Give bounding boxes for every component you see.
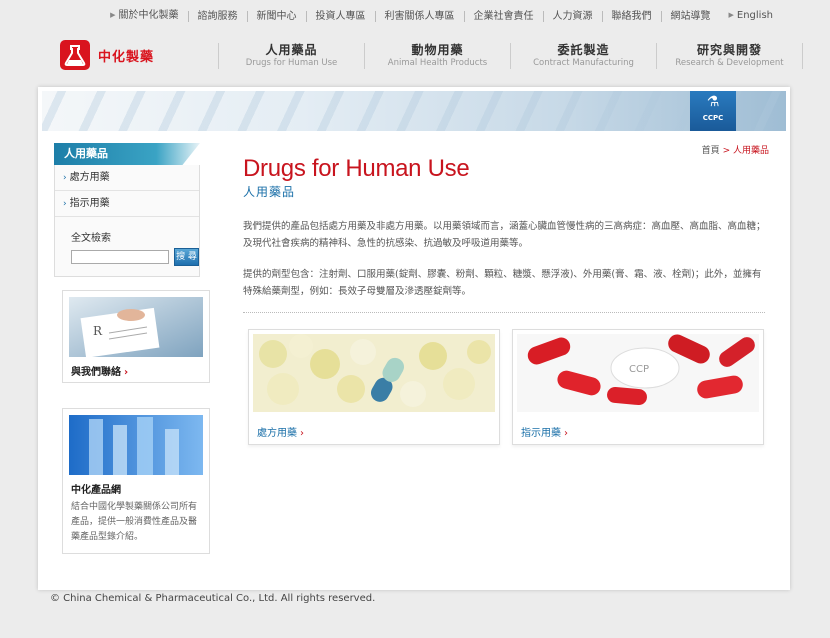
flask-icon: ⚗ <box>706 94 720 110</box>
topnav-consult[interactable]: 諮詢服務 <box>187 10 247 22</box>
search-input[interactable] <box>71 250 169 264</box>
promo-contact-link[interactable]: 與我們聯絡 › <box>63 357 209 382</box>
search-label: 全文檢索 <box>71 233 111 244</box>
card-prescription-link[interactable]: 處方用藥 › <box>249 412 499 451</box>
banner: ⚗ CCPC <box>42 91 786 131</box>
sidebar-item-prescription[interactable]: › 處方用藥 <box>55 165 199 191</box>
breadcrumb: 首頁 > 人用藥品 <box>702 143 769 156</box>
promo-product-site-desc: 結合中國化學製藥關係公司所有產品，提供一般消費性產品及醫藥產品型錄介紹。 <box>71 502 198 542</box>
breadcrumb-sep: > <box>722 146 731 156</box>
flask-logo-icon <box>60 40 90 70</box>
banner-pattern <box>42 91 786 131</box>
nav-research-development[interactable]: 研究與開發 Research & Development <box>656 43 803 69</box>
sidebar-box: › 處方用藥 › 指示用藥 全文檢索 搜 尋 <box>54 165 200 277</box>
page-subtitle: 人用藥品 <box>243 185 296 199</box>
sidebar-title: 人用藥品 <box>54 143 200 165</box>
dosage-paragraph: 提供的劑型包含：注射劑、口服用藥(錠劑、膠囊、粉劑、顆粒、糖漿、懸浮液)、外用藥… <box>243 269 762 297</box>
nav-human-drugs[interactable]: 人用藥品 Drugs for Human Use <box>218 43 364 69</box>
svg-text:R: R <box>93 324 103 338</box>
breadcrumb-current: 人用藥品 <box>732 146 769 156</box>
triangle-icon: ▶ <box>728 11 734 19</box>
nav-animal-health[interactable]: 動物用藥 Animal Health Products <box>364 43 510 69</box>
search-button[interactable]: 搜 尋 <box>174 248 199 266</box>
topnav-english[interactable]: ▶ English <box>720 10 783 22</box>
product-photo <box>69 415 203 475</box>
chevron-right-icon: › <box>564 428 568 439</box>
promo-product-site: 中化產品網 結合中國化學製藥關係公司所有產品，提供一般消費性產品及醫藥產品型錄介… <box>62 408 210 554</box>
main-nav: 人用藥品 Drugs for Human Use 動物用藥 Animal Hea… <box>218 43 803 69</box>
topnav-stakeholder[interactable]: 利害關係人專區 <box>374 10 464 22</box>
divider <box>243 312 765 313</box>
topnav-contact[interactable]: 聯絡我們 <box>601 10 661 22</box>
main-panel: ⚗ CCPC 人用藥品 › 處方用藥 › 指示用藥 全文檢索 搜 尋 R 與我們… <box>38 87 790 590</box>
prescription-photo: R <box>69 297 203 358</box>
promo-product-site-link[interactable]: 中化產品網 <box>63 475 209 500</box>
header: 中化製藥 人用藥品 Drugs for Human Use 動物用藥 Anima… <box>0 38 830 76</box>
logo[interactable]: 中化製藥 <box>60 40 154 70</box>
topnav-hr[interactable]: 人力資源 <box>542 10 602 22</box>
card-otc-link[interactable]: 指示用藥 › <box>513 412 763 451</box>
sidebar-item-otc[interactable]: › 指示用藥 <box>55 191 199 217</box>
sidebar: 人用藥品 › 處方用藥 › 指示用藥 全文檢索 搜 尋 <box>54 143 200 277</box>
ccpc-badge: ⚗ CCPC <box>690 91 736 131</box>
topnav-news[interactable]: 新聞中心 <box>246 10 306 22</box>
chevron-right-icon: › <box>300 428 304 439</box>
card-prescription[interactable]: 處方用藥 › <box>248 329 500 445</box>
topnav-investor[interactable]: 投資人專區 <box>305 10 375 22</box>
chevron-right-icon: › <box>124 367 129 378</box>
topnav-sitemap[interactable]: 網站導覽 <box>660 10 720 22</box>
top-utility-nav: ▶ 關於中化製藥 諮詢服務 新聞中心 投資人專區 利害關係人專區 企業社會責任 人… <box>101 8 782 24</box>
topnav-csr[interactable]: 企業社會責任 <box>463 10 543 22</box>
card-otc[interactable]: CCP 指示用藥 › <box>512 329 764 445</box>
brand-name: 中化製藥 <box>98 49 155 65</box>
svg-text:CCP: CCP <box>629 364 649 375</box>
search-box: 全文檢索 搜 尋 <box>55 217 199 276</box>
footer-copyright: © China Chemical & Pharmaceutical Co., L… <box>50 593 376 604</box>
breadcrumb-home[interactable]: 首頁 <box>702 146 720 156</box>
topnav-about[interactable]: ▶ 關於中化製藥 <box>101 10 187 22</box>
capsules-photo: CCP <box>517 334 759 412</box>
nav-contract-manufacturing[interactable]: 委託製造 Contract Manufacturing <box>510 43 656 69</box>
chevron-right-icon: › <box>63 173 67 183</box>
pills-photo <box>253 334 495 412</box>
triangle-icon: ▶ <box>110 11 116 19</box>
promo-contact: R 與我們聯絡 › <box>62 290 210 383</box>
page-title: Drugs for Human Use <box>243 155 470 182</box>
content: 首頁 > 人用藥品 Drugs for Human Use 人用藥品 我們提供的… <box>243 143 769 445</box>
intro-paragraph: 我們提供的產品包括處方用藥及非處方用藥。以用藥領域而言，涵蓋心臟血管慢性病的三高… <box>243 221 766 249</box>
category-cards: 處方用藥 › CCP 指示用藥 › <box>248 329 776 445</box>
chevron-right-icon: › <box>63 199 67 209</box>
